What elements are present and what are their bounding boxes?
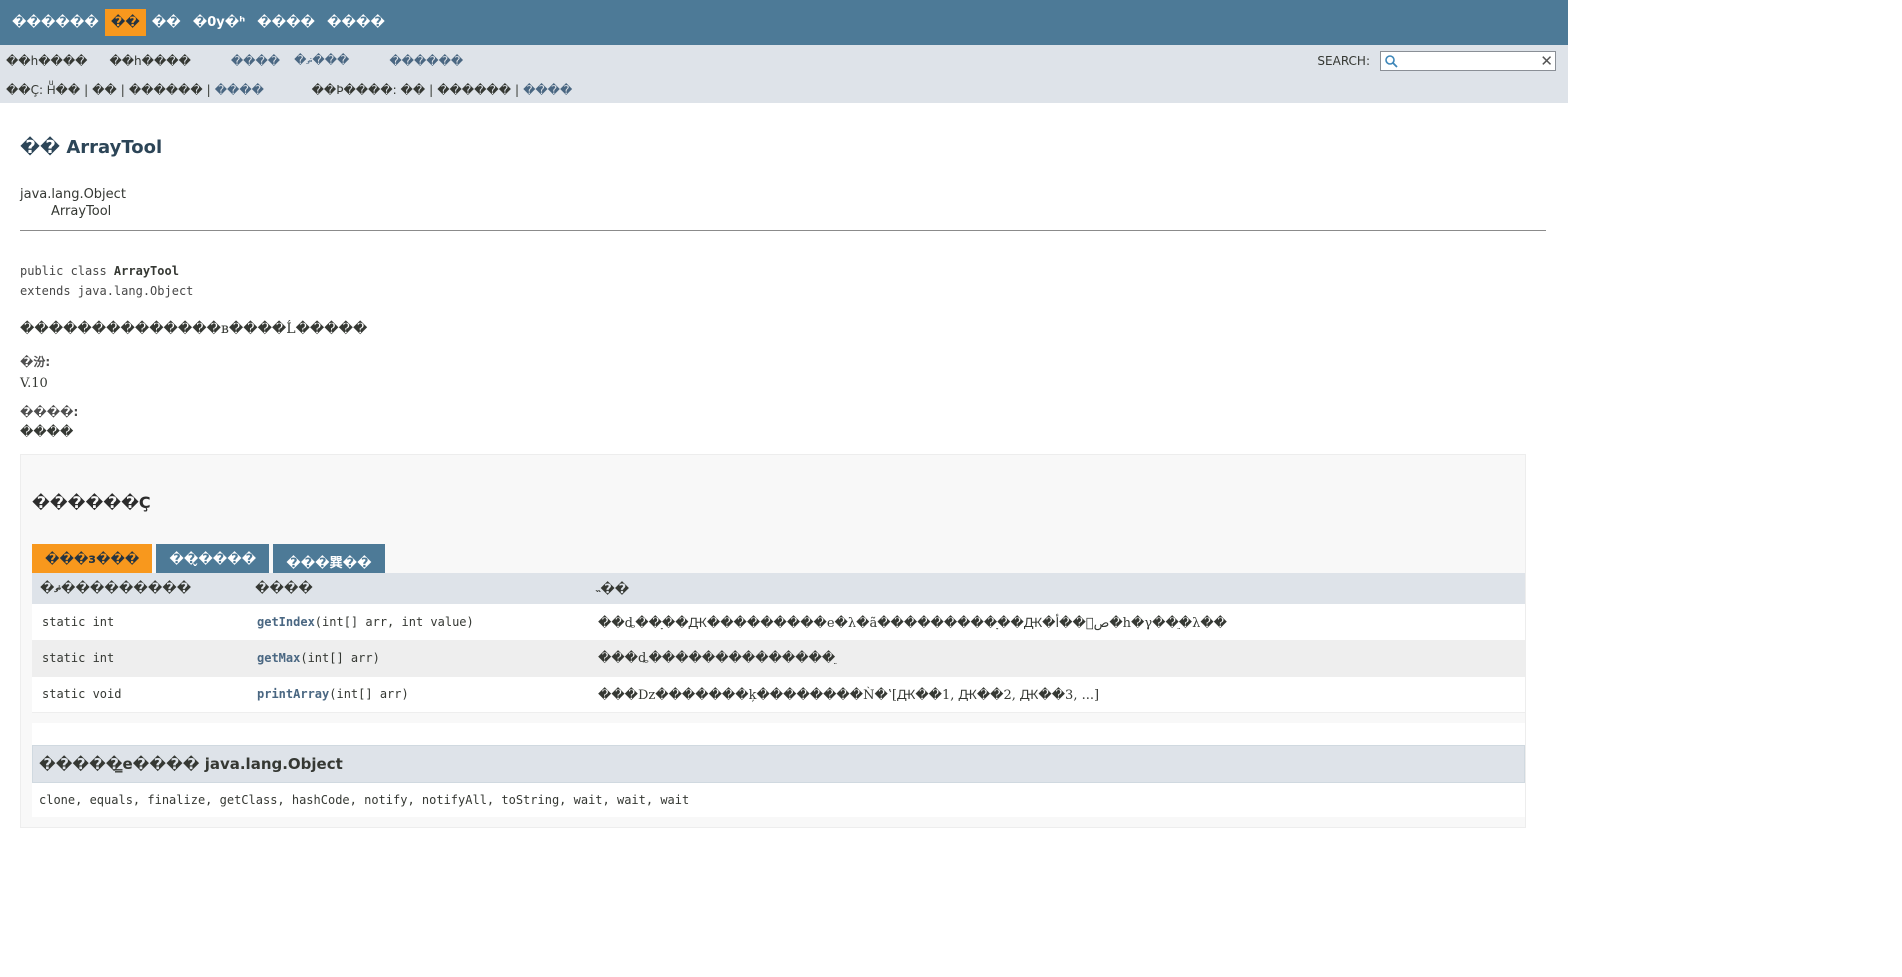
- tab-concrete-methods[interactable]: ���巽��: [273, 544, 385, 573]
- inheritance-tree: java.lang.Object ArrayTool: [20, 186, 1546, 220]
- detail-label: ��Þ����: ��: [311, 83, 426, 97]
- page-title: �� ArrayTool: [20, 137, 163, 158]
- method-summary: ������Ç ���з��� ��̬���� ���巽�� �ޡ�������…: [20, 454, 1526, 828]
- table-row: static int getIndex(int[] arr, int value…: [32, 604, 1525, 641]
- tab-all-methods[interactable]: ���з���: [32, 544, 153, 573]
- frames-link[interactable]: ����: [231, 54, 280, 68]
- search-area: SEARCH: ✕: [1317, 51, 1556, 71]
- no-frames-link[interactable]: �ޡ���: [294, 53, 349, 68]
- prev-class-link[interactable]: ��һ����: [6, 54, 87, 68]
- method-link-printarray[interactable]: printArray: [257, 687, 329, 701]
- next-class-link[interactable]: ��һ����: [109, 54, 190, 68]
- main-content: �� ArrayTool java.lang.Object ArrayTool …: [0, 137, 1568, 828]
- method-params: (int[] arr): [329, 687, 409, 701]
- method-link-getmax[interactable]: getMax: [257, 651, 300, 665]
- all-classes-link[interactable]: ������: [389, 54, 463, 68]
- summary-label: ��Ç: Hͧ��: [6, 83, 81, 97]
- search-label: SEARCH:: [1317, 54, 1370, 68]
- method-tabs: ���з��� ��̬���� ���巽��: [32, 544, 1525, 573]
- detail-method-link[interactable]: ����: [523, 83, 572, 97]
- current-class: ArrayTool: [51, 204, 112, 219]
- inherited-methods: �����̳е���� java.lang.Object clone, equa…: [32, 722, 1525, 817]
- nav-class: ��: [104, 8, 146, 36]
- col-modifier-type: �ޡ���������: [32, 573, 247, 604]
- row-description: ���ȡ��������������ֵ: [588, 640, 1525, 677]
- version-value: V.10: [20, 376, 48, 391]
- summary-nested: ��: [92, 83, 117, 97]
- detail-field: ������: [437, 83, 512, 97]
- row-modifier: static void: [32, 676, 247, 713]
- divider: [20, 230, 1546, 231]
- summary-constructor-link[interactable]: ����: [215, 83, 264, 97]
- parent-class: java.lang.Object: [20, 187, 126, 202]
- nav-help[interactable]: ����: [321, 9, 391, 36]
- sig-class-name: ArrayTool: [113, 264, 179, 278]
- top-navbar: ������ �� �� �0y�ʰ ���� ����: [0, 0, 1568, 45]
- row-description: ���Dz�������ķ��������Ǹ�ʽ[Ԫ��1, Ԫ��2, Ԫ��…: [588, 676, 1525, 713]
- method-summary-heading: ������Ç: [32, 493, 151, 512]
- clear-search-icon[interactable]: ✕: [1540, 53, 1553, 69]
- inherited-heading: �����̳е���� java.lang.Object: [32, 744, 1525, 783]
- table-row: static void printArray(int[] arr) ���Dz�…: [32, 676, 1525, 713]
- summary-detail-row: ��Ç: Hͧ�� | �� | ������ | ���� ��Þ����: �� | ���…: [6, 83, 573, 97]
- sig-extends: extends java.lang.Object: [20, 284, 194, 298]
- nav-tree[interactable]: ��: [146, 9, 187, 36]
- sig-modifiers: public class: [20, 264, 114, 278]
- tab-static-methods[interactable]: ��̬����: [156, 544, 270, 573]
- row-method: getIndex(int[] arr, int value): [247, 604, 588, 641]
- class-description: ��������������в����Ĺ�����: [20, 321, 368, 337]
- method-params: (int[] arr, int value): [314, 614, 474, 629]
- nav-index[interactable]: ����: [251, 9, 321, 36]
- method-link-getindex[interactable]: getIndex: [257, 615, 315, 629]
- nav-deprecated[interactable]: �0y�ʰ: [187, 9, 251, 36]
- class-signature: public class ArrayTool extends java.lang…: [20, 261, 1546, 301]
- author-value: ����: [20, 425, 74, 440]
- row-description: ��ȡ��ָ��Ԫ���������е�λ�ã���������ָ��Ԫ�أ��…: [588, 604, 1525, 641]
- row-modifier: static int: [32, 640, 247, 677]
- search-input[interactable]: [1399, 52, 1539, 70]
- search-box: ✕: [1380, 51, 1556, 71]
- method-params: (int[] arr): [300, 651, 380, 665]
- author-label: ����:: [20, 405, 79, 419]
- summary-field: ������: [128, 83, 203, 97]
- col-method: ����: [247, 573, 588, 604]
- row-method: printArray(int[] arr): [247, 676, 588, 713]
- version-label: �汾:: [20, 355, 51, 369]
- search-icon: [1385, 55, 1398, 68]
- row-modifier: static int: [32, 604, 247, 641]
- method-table: �ޡ��������� ���� ˵�� static int getIndex…: [32, 573, 1525, 713]
- nav-overview[interactable]: ������: [6, 9, 105, 36]
- row-method: getMax(int[] arr): [247, 640, 588, 677]
- inherited-method-list[interactable]: clone, equals, finalize, getClass, hashC…: [32, 783, 1525, 817]
- sub-navbar: ��һ���� ��һ���� ���� �ޡ��� ������ ��Ç: H…: [0, 45, 1568, 103]
- table-row: static int getMax(int[] arr) ���ȡ�������…: [32, 640, 1525, 677]
- col-description: ˵��: [588, 573, 1525, 604]
